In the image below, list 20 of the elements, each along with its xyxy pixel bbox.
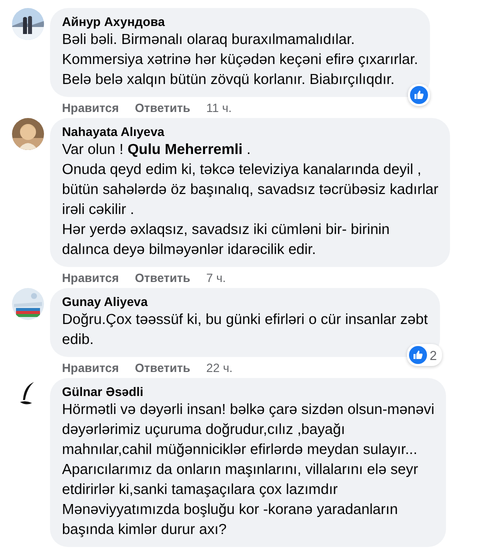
timestamp[interactable]: 22 ч. [206,360,233,376]
like-link[interactable]: Нравится [62,270,119,286]
timestamp[interactable]: 11 ч. [206,100,232,116]
like-link[interactable]: Нравится [62,100,119,116]
like-link[interactable]: Нравится [62,360,119,376]
thumbs-up-icon [410,86,428,104]
comment-text: Var olun ! Qulu Meherremli . Onuda qeyd edim ki, təkcə televiziya kanalarında deyil , bütün sahələrdə öz başınalıq, savadsız təcrübəsiz kadırlar irəli cəkilir . Hər yerdə əxlaqsız, savadsız iki cümləni bir- birinin dalınca deyə bilməyənlər idarəcilik edir. [62,141,438,260]
reaction-count[interactable]: 2 [406,344,442,366]
author-name[interactable]: Nahayata Alıyeva [62,124,438,140]
reply-link[interactable]: Ответить [134,360,190,376]
author-name[interactable]: Gülnar Əsədli [62,384,434,400]
comment-text: Bəli bəli. Birmənalı olaraq buraxılmamalıdılar. Kommersiya xətrinə hər küçədən keçəni efirə çıxarırlar. Belə belə xalqın bütün zövqü korlanır. Biabırçılıqdır. [62,31,418,90]
thumbs-up-icon [408,346,427,364]
author-name[interactable]: Gunay Aliyeva [62,294,428,310]
author-name[interactable]: Айнур Ахундова [62,14,418,30]
comment-text: Hörmətli və dəyərli insan! bəlkə çarə sizdən olsun-mənəvi dəyərlərimiz uçuruma doğrudur,cılız ,bayağı mahnılar,cahil müğənniciklər efirlərdə meydan sulayır... Aparıcılarımız da onların maşınlarını, villalarını elə seyr etdirirlər ki,sanki tamaşaçılara çox lazımdır Mənəviyyatımızda boşluğu kor -koranə yaradanların başında kimlər durur axı? [62,401,434,540]
reply-link[interactable]: Ответить [134,270,190,286]
reaction-count[interactable] [408,84,430,106]
reply-link[interactable]: Ответить [134,100,190,116]
timestamp[interactable]: 7 ч. [206,270,226,286]
